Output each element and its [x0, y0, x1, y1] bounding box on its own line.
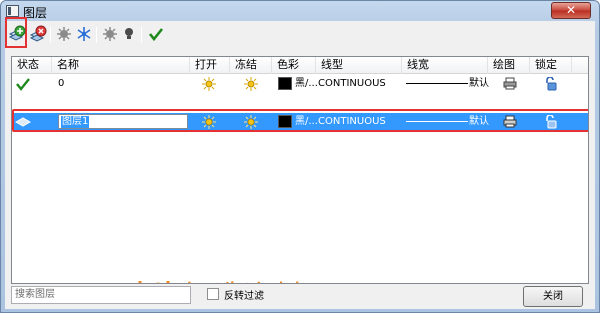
invert-filter-checkbox[interactable] [207, 288, 219, 300]
column-header-freeze[interactable]: 冻结 [230, 57, 272, 74]
column-header-name[interactable]: 名称 [52, 57, 190, 74]
toolbar-separator [141, 27, 142, 43]
layer-on-sun-icon[interactable] [202, 75, 216, 92]
window-icon [6, 5, 19, 17]
gear-gray-icon[interactable] [55, 25, 73, 43]
layer-list: 状态 名称 打开 冻结 色彩 线型 线宽 绘图 锁定 0 黑/... CONTI… [11, 56, 589, 284]
current-layer-check-icon[interactable] [16, 75, 30, 92]
close-button[interactable]: 关闭 [523, 286, 583, 307]
column-header-on[interactable]: 打开 [190, 57, 230, 74]
layers-dialog: 图层 ✕ 状态 名称 打开 冻结 色彩 线型 线宽 绘图 锁定 0 黑/... … [0, 0, 600, 313]
column-header-lineweight[interactable]: 线宽 [402, 57, 488, 74]
title-bar: 图层 ✕ [1, 1, 599, 21]
search-layers-input[interactable]: 搜索图层 [11, 286, 191, 304]
client-area: 状态 名称 打开 冻结 色彩 线型 线宽 绘图 锁定 0 黑/... CONTI… [5, 17, 595, 309]
bottom-bar: 搜索图层 反转过滤 关闭 [5, 283, 595, 309]
highlight-box-selected-row [12, 109, 588, 132]
lineweight-line [406, 83, 468, 84]
plot-printer-icon[interactable] [503, 75, 517, 92]
table-row[interactable]: 0 黑/... CONTINUOUS 默认 [12, 75, 588, 92]
color-swatch[interactable] [278, 77, 292, 90]
column-header-color[interactable]: 色彩 [272, 57, 316, 74]
window-close-button[interactable]: ✕ [551, 2, 591, 19]
linetype-value[interactable]: CONTINUOUS [318, 75, 386, 92]
delete-layer-icon[interactable] [29, 25, 47, 43]
layer-thaw-sun-icon[interactable] [244, 75, 258, 92]
watermark: 智造资料网 [130, 267, 350, 283]
layer-name[interactable]: 0 [58, 75, 64, 92]
bulb-icon[interactable] [120, 25, 138, 43]
list-header: 状态 名称 打开 冻结 色彩 线型 线宽 绘图 锁定 [12, 57, 588, 74]
unlocked-padlock-icon[interactable] [544, 75, 558, 92]
toolbar-separator [50, 27, 51, 43]
checkmark-icon[interactable] [147, 25, 165, 43]
column-header-plot[interactable]: 绘图 [488, 57, 530, 74]
column-header-linetype[interactable]: 线型 [316, 57, 402, 74]
freeze-snowflake-icon[interactable] [75, 25, 93, 43]
color-label[interactable]: 黑/... [295, 75, 318, 92]
toolbar-separator [96, 27, 97, 43]
gear-gray-icon[interactable] [101, 25, 119, 43]
column-header-status[interactable]: 状态 [12, 57, 52, 74]
toolbar [5, 17, 595, 49]
new-layer-icon[interactable] [8, 25, 26, 43]
column-header-lock[interactable]: 锁定 [530, 57, 572, 74]
lineweight-value[interactable]: 默认 [469, 75, 489, 92]
invert-filter-label[interactable]: 反转过滤 [224, 287, 264, 302]
